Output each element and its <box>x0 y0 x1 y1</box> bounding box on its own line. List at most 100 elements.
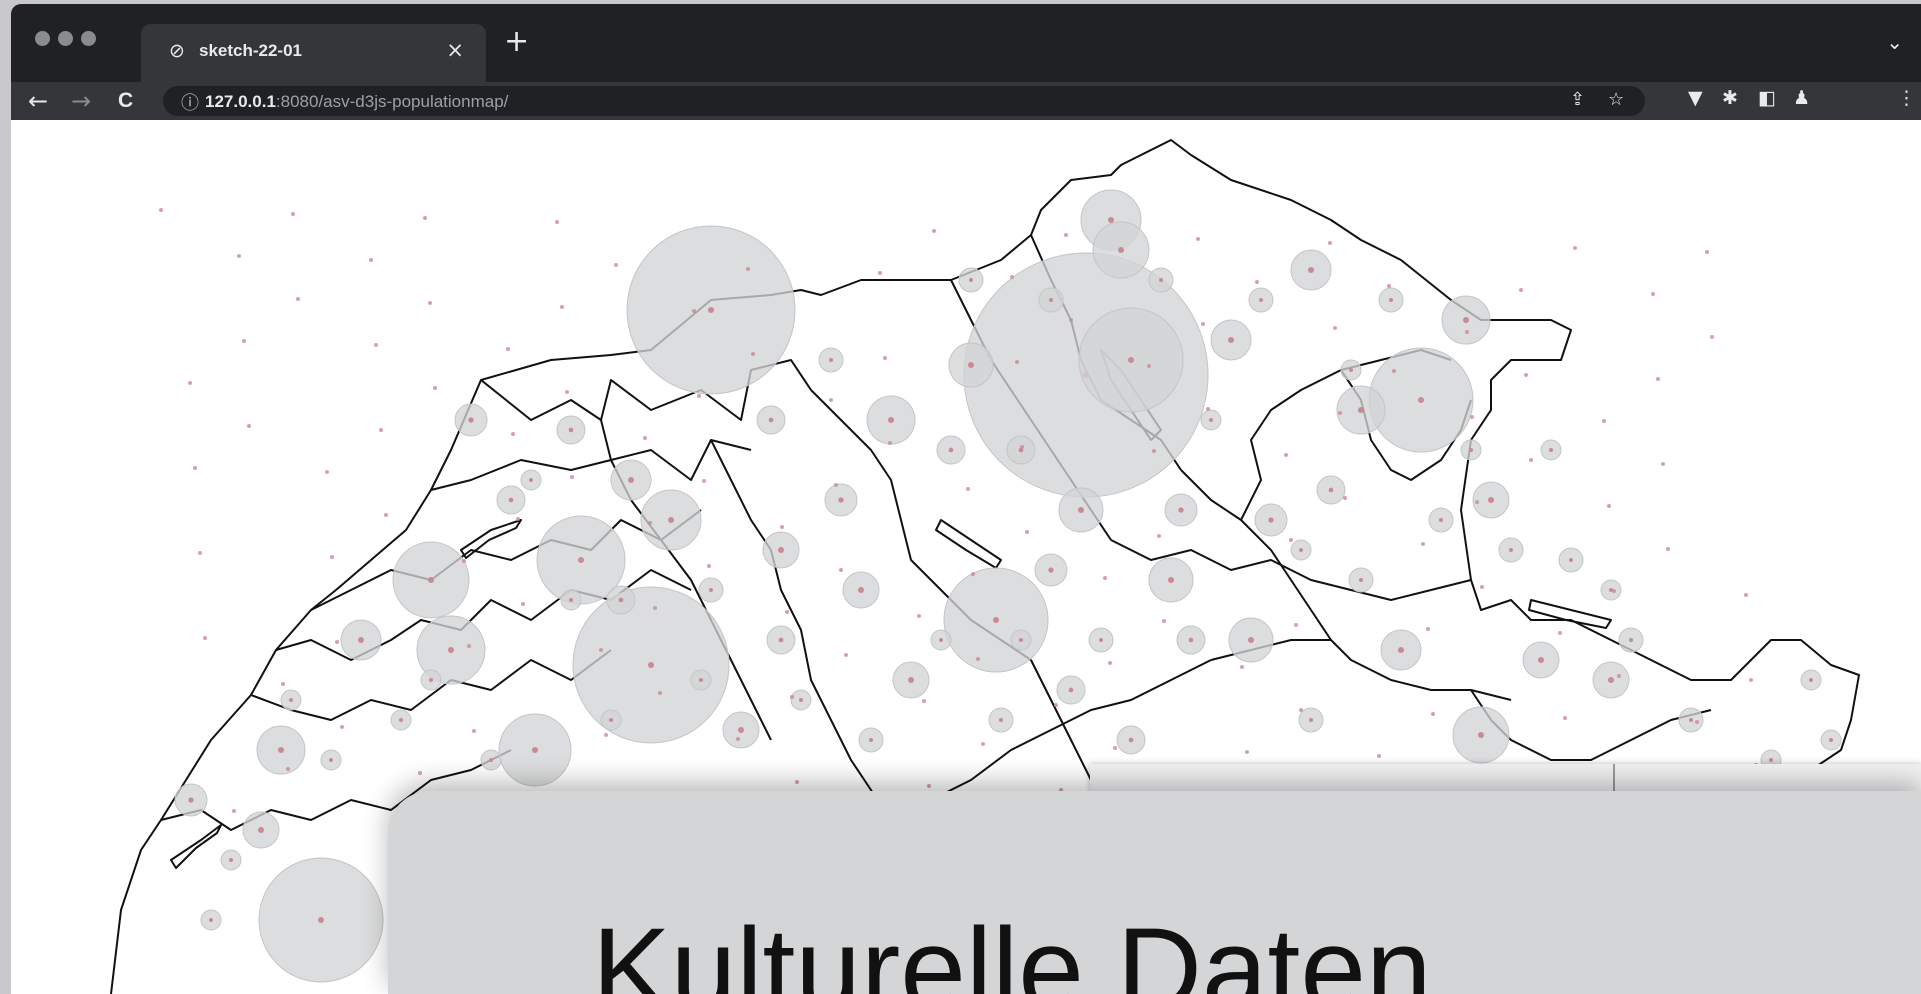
municipality-dot <box>692 309 696 313</box>
municipality-dot <box>1343 496 1347 500</box>
menu-icon[interactable]: ⋮ <box>1897 87 1916 109</box>
share-icon[interactable]: ⇪ <box>1570 89 1585 110</box>
municipality-dot <box>1439 518 1443 522</box>
municipality-dot <box>1431 712 1435 716</box>
bookmark-star-icon[interactable]: ☆ <box>1608 89 1624 110</box>
municipality-dot <box>340 725 344 729</box>
municipality-dot <box>198 551 202 555</box>
municipality-dot <box>746 267 750 271</box>
municipality-dot <box>1078 507 1084 513</box>
municipality-dot <box>707 564 711 568</box>
municipality-dot <box>508 497 514 503</box>
municipality-dot <box>968 362 974 368</box>
municipality-dot <box>604 733 608 737</box>
municipality-dot <box>1209 418 1213 422</box>
municipality-dot <box>1710 335 1714 339</box>
municipality-dot <box>834 483 838 487</box>
municipality-dot <box>1538 657 1544 663</box>
municipality-dot <box>448 647 454 653</box>
address-bar[interactable]: ⓘ 127.0.0.1:8080/asv-d3js-populationmap/… <box>163 86 1645 116</box>
url-text: 127.0.0.1:8080/asv-d3js-populationmap/ <box>205 92 508 112</box>
municipality-dot <box>1113 746 1117 750</box>
sidebar-icon[interactable]: ◧ <box>1758 87 1776 109</box>
municipality-dot <box>838 497 844 503</box>
tab-sketch[interactable]: ⊘ sketch-22-01 × <box>141 24 486 82</box>
municipality-dot <box>922 699 926 703</box>
municipality-dot <box>858 587 864 593</box>
municipality-dot <box>829 358 833 362</box>
municipality-dot <box>569 598 573 602</box>
municipality-dot <box>188 797 194 803</box>
forward-button[interactable]: → <box>71 86 91 116</box>
municipality-dot <box>281 682 285 686</box>
new-tab-button[interactable]: + <box>504 27 529 57</box>
profile-icon[interactable]: ♟ <box>1793 87 1810 109</box>
municipality-dot <box>570 475 574 479</box>
screen-background: ⊘ sketch-22-01 × + ⌄ ← → C ⓘ 127.0.0.1:8… <box>0 0 1921 994</box>
municipality-dot <box>1064 233 1068 237</box>
municipality-dot <box>1015 360 1019 364</box>
municipality-dot <box>768 417 774 423</box>
municipality-dot <box>1118 247 1124 253</box>
municipality-dot <box>325 470 329 474</box>
municipality-dot <box>209 918 213 922</box>
close-tab-icon[interactable]: × <box>446 38 464 62</box>
reload-button[interactable]: C <box>118 86 133 116</box>
municipality-dot <box>658 691 662 695</box>
municipality-dot <box>888 417 894 423</box>
municipality-dot <box>1488 497 1494 503</box>
municipality-dot <box>1108 217 1114 223</box>
municipality-dot <box>429 678 433 682</box>
municipality-dot <box>883 356 887 360</box>
municipality-dot <box>1666 547 1670 551</box>
municipality-dot <box>1573 246 1577 250</box>
globe-icon: ⊘ <box>169 40 185 62</box>
municipality-dot <box>511 432 515 436</box>
tab-strip: ⊘ sketch-22-01 × + ⌄ <box>11 4 1921 82</box>
municipality-dot <box>738 727 744 733</box>
municipality-dot <box>1178 507 1184 513</box>
municipality-dot <box>1689 718 1693 722</box>
site-info-icon[interactable]: ⓘ <box>181 89 199 115</box>
municipality-dot <box>1651 292 1655 296</box>
municipality-dot <box>1159 278 1163 282</box>
municipality-dot <box>948 447 954 453</box>
municipality-dot <box>1695 720 1699 724</box>
municipality-dot <box>795 780 799 784</box>
municipality-dot <box>1054 703 1058 707</box>
municipality-dot <box>467 644 471 648</box>
back-button[interactable]: ← <box>28 86 48 116</box>
zoom-window-button[interactable] <box>81 31 96 46</box>
municipality-dot <box>384 513 388 517</box>
puzzle-icon[interactable]: ✱ <box>1722 87 1738 109</box>
tab-search-chevron-icon[interactable]: ⌄ <box>1886 30 1903 54</box>
municipality-dot <box>329 758 333 762</box>
url-path: :8080/asv-d3js-populationmap/ <box>275 92 509 111</box>
minimize-window-button[interactable] <box>58 31 73 46</box>
municipality-dot <box>1398 647 1404 653</box>
municipality-dot <box>1829 738 1833 742</box>
municipality-dot <box>1608 677 1614 683</box>
municipality-dot <box>1465 330 1469 334</box>
municipality-dot <box>296 297 300 301</box>
municipality-dot <box>839 568 843 572</box>
municipality-dot <box>751 352 755 356</box>
municipality-dot <box>829 398 833 402</box>
municipality-dot <box>1392 369 1396 373</box>
municipality-dot <box>472 729 476 733</box>
municipality-dot <box>628 477 634 483</box>
municipality-dot <box>374 343 378 347</box>
municipality-dot <box>1168 577 1174 583</box>
municipality-dot <box>1240 665 1244 669</box>
municipality-dot <box>568 427 574 433</box>
municipality-dot <box>1569 558 1573 562</box>
municipality-dot <box>521 602 525 606</box>
extension-v-icon[interactable]: ▼ <box>1688 87 1703 109</box>
municipality-dot <box>1656 377 1660 381</box>
close-window-button[interactable] <box>35 31 50 46</box>
municipality-dot <box>278 747 284 753</box>
municipality-dot <box>708 307 714 313</box>
municipality-dot <box>1519 288 1523 292</box>
canton-border <box>710 439 892 821</box>
municipality-dot <box>428 577 434 583</box>
